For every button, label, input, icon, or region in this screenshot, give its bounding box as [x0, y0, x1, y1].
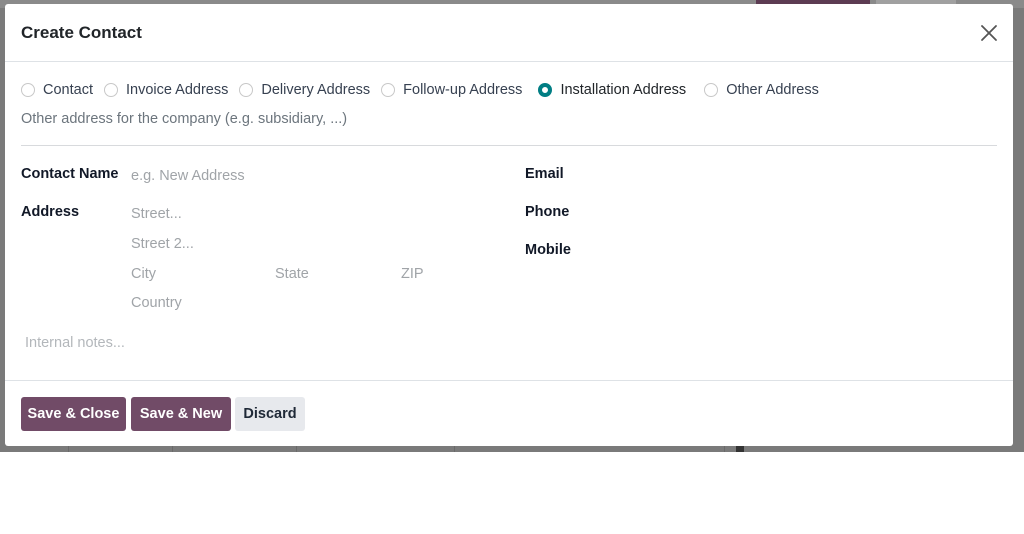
- radio-label: Follow-up Address: [403, 82, 523, 98]
- radio-label: Contact: [43, 82, 93, 98]
- discard-button[interactable]: Discard: [235, 397, 305, 431]
- street2-input[interactable]: Street 2...: [131, 236, 194, 252]
- background-divider: [172, 446, 173, 452]
- background-divider: [454, 446, 455, 452]
- radio-follow-up-address[interactable]: Follow-up Address: [381, 82, 522, 98]
- save-close-button[interactable]: Save & Close: [21, 397, 126, 431]
- close-button[interactable]: [979, 23, 999, 43]
- address-type-radio-group: Contact Invoice Address Delivery Address…: [21, 80, 830, 100]
- radio-label: Invoice Address: [125, 82, 229, 98]
- state-select[interactable]: State: [275, 266, 309, 282]
- radio-other-address[interactable]: Other Address: [704, 82, 819, 98]
- radio-label: Other Address: [726, 82, 819, 98]
- dialog-title: Create Contact: [21, 23, 142, 42]
- radio-delivery-address[interactable]: Delivery Address: [239, 82, 370, 98]
- dialog-header: Create Contact: [5, 4, 1013, 62]
- city-input[interactable]: City: [131, 266, 156, 282]
- background-divider: [68, 446, 69, 452]
- country-select[interactable]: Country: [131, 295, 182, 311]
- create-contact-dialog: Create Contact Contact Invoice Address D…: [5, 4, 1013, 446]
- radio-button[interactable]: [21, 83, 35, 97]
- address-label: Address: [21, 204, 80, 220]
- address-type-help-text: Other address for the company (e.g. subs…: [21, 111, 348, 127]
- footer-divider: [5, 380, 1013, 381]
- radio-invoice-address[interactable]: Invoice Address: [103, 82, 229, 98]
- mobile-label: Mobile: [525, 242, 571, 258]
- radio-label: Delivery Address: [261, 82, 371, 98]
- radio-installation-address[interactable]: Installation Address: [538, 82, 686, 98]
- email-label: Email: [525, 166, 564, 182]
- zip-input[interactable]: ZIP: [401, 266, 424, 282]
- section-divider: [21, 145, 997, 146]
- phone-label: Phone: [525, 204, 570, 220]
- radio-button[interactable]: [381, 83, 396, 97]
- radio-button[interactable]: [103, 83, 118, 97]
- street-input[interactable]: Street...: [131, 206, 182, 222]
- radio-button[interactable]: [704, 83, 719, 97]
- internal-notes-input[interactable]: Internal notes...: [25, 335, 125, 351]
- background-marker: [736, 446, 744, 452]
- save-new-button[interactable]: Save & New: [131, 397, 231, 431]
- radio-button[interactable]: [239, 83, 254, 97]
- background-divider: [724, 446, 725, 452]
- close-icon: [981, 25, 997, 41]
- background-divider: [296, 446, 297, 452]
- radio-contact[interactable]: Contact: [21, 82, 93, 98]
- contact-name-label: Contact Name: [21, 166, 119, 182]
- contact-name-input[interactable]: e.g. New Address: [131, 168, 245, 184]
- radio-label: Installation Address: [560, 82, 687, 98]
- radio-button-checked[interactable]: [538, 83, 553, 97]
